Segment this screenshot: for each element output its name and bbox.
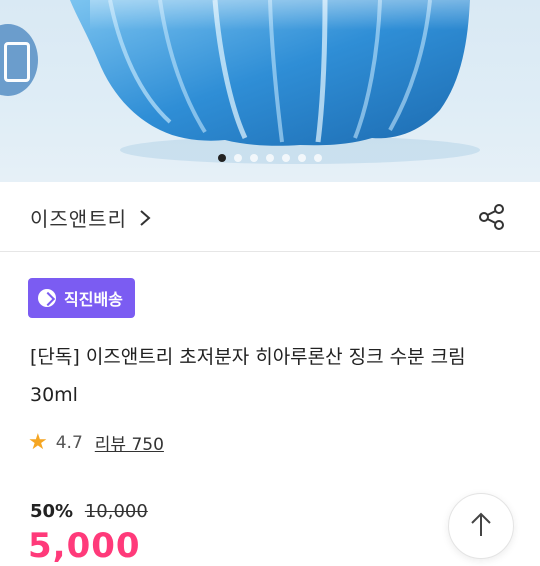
product-image-carousel[interactable]	[0, 0, 540, 182]
rating-score: 4.7	[55, 432, 83, 453]
arrow-up-icon	[471, 512, 491, 536]
reviews-link[interactable]: 리뷰 750	[95, 430, 164, 455]
brand-link[interactable]: 이즈앤트리	[30, 203, 127, 232]
sale-price: 5,000	[28, 526, 141, 566]
carousel-dot[interactable]	[234, 154, 242, 162]
discount-rate: 50%	[30, 501, 74, 522]
rating-row: ★ 4.7 리뷰 750	[28, 430, 164, 455]
product-title: [단독] 이즈앤트리 초저분자 히아루론산 징크 수분 크림 30ml	[30, 346, 466, 406]
carousel-dots	[0, 154, 540, 164]
original-price: 10,000	[84, 501, 148, 522]
price-row: 50% 10,000	[30, 501, 148, 522]
brand-row: 이즈앤트리	[0, 183, 540, 252]
share-icon[interactable]	[478, 203, 506, 231]
carousel-dot[interactable]	[298, 154, 306, 162]
carousel-dot[interactable]	[314, 154, 322, 162]
carousel-dot[interactable]	[250, 154, 258, 162]
star-icon: ★	[28, 429, 48, 455]
direct-delivery-badge: 직진배송	[28, 278, 135, 318]
carousel-dot[interactable]	[266, 154, 274, 162]
carousel-dot[interactable]	[282, 154, 290, 162]
delivery-arrow-icon	[38, 289, 56, 307]
scroll-top-button[interactable]	[448, 493, 514, 559]
chevron-right-icon[interactable]	[139, 209, 151, 227]
carousel-dot[interactable]	[218, 154, 226, 162]
badge-label: 직진배송	[64, 290, 123, 309]
